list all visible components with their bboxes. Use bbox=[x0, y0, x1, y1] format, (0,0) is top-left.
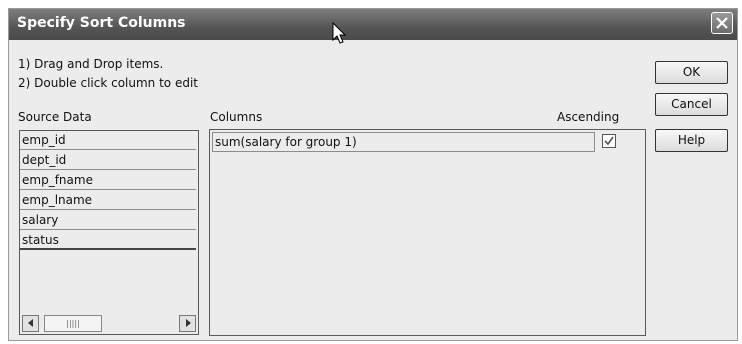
sort-columns-dialog: Specify Sort Columns 1) Drag and Drop it… bbox=[8, 8, 738, 341]
ok-button[interactable]: OK bbox=[655, 61, 728, 84]
close-icon bbox=[716, 17, 728, 29]
source-data-list[interactable]: emp_id dept_id emp_fname emp_lname salar… bbox=[19, 130, 199, 335]
sort-columns-list[interactable]: sum(salary for group 1) bbox=[209, 129, 646, 336]
scroll-right-button[interactable] bbox=[179, 315, 196, 332]
source-item-emp-id[interactable]: emp_id bbox=[20, 131, 196, 150]
dialog-title: Specify Sort Columns bbox=[17, 15, 186, 31]
ascending-label: Ascending bbox=[557, 110, 620, 124]
close-button[interactable] bbox=[711, 12, 733, 34]
mouse-pointer-icon bbox=[332, 22, 347, 44]
instruction-line-1: 1) Drag and Drop items. bbox=[18, 57, 164, 71]
columns-label: Columns bbox=[210, 110, 263, 124]
source-item-salary[interactable]: salary bbox=[20, 211, 196, 230]
instruction-line-2: 2) Double click column to edit bbox=[18, 76, 198, 90]
source-item-emp-lname[interactable]: emp_lname bbox=[20, 191, 196, 210]
source-item-status[interactable]: status bbox=[20, 231, 196, 250]
ascending-checkbox[interactable] bbox=[602, 134, 616, 148]
checkmark-icon bbox=[604, 136, 614, 146]
scroll-left-button[interactable] bbox=[22, 315, 39, 332]
title-bar[interactable]: Specify Sort Columns bbox=[9, 9, 737, 40]
cancel-button[interactable]: Cancel bbox=[655, 93, 728, 116]
scroll-thumb[interactable]: ||||| bbox=[44, 315, 102, 332]
sort-column-row[interactable]: sum(salary for group 1) bbox=[212, 132, 595, 152]
horizontal-scrollbar[interactable]: ||||| bbox=[22, 315, 196, 332]
source-data-label: Source Data bbox=[18, 110, 92, 124]
scroll-right-icon bbox=[185, 319, 191, 327]
source-item-dept-id[interactable]: dept_id bbox=[20, 151, 196, 170]
source-item-emp-fname[interactable]: emp_fname bbox=[20, 171, 196, 190]
scroll-left-icon bbox=[27, 319, 33, 327]
help-button[interactable]: Help bbox=[655, 129, 728, 152]
